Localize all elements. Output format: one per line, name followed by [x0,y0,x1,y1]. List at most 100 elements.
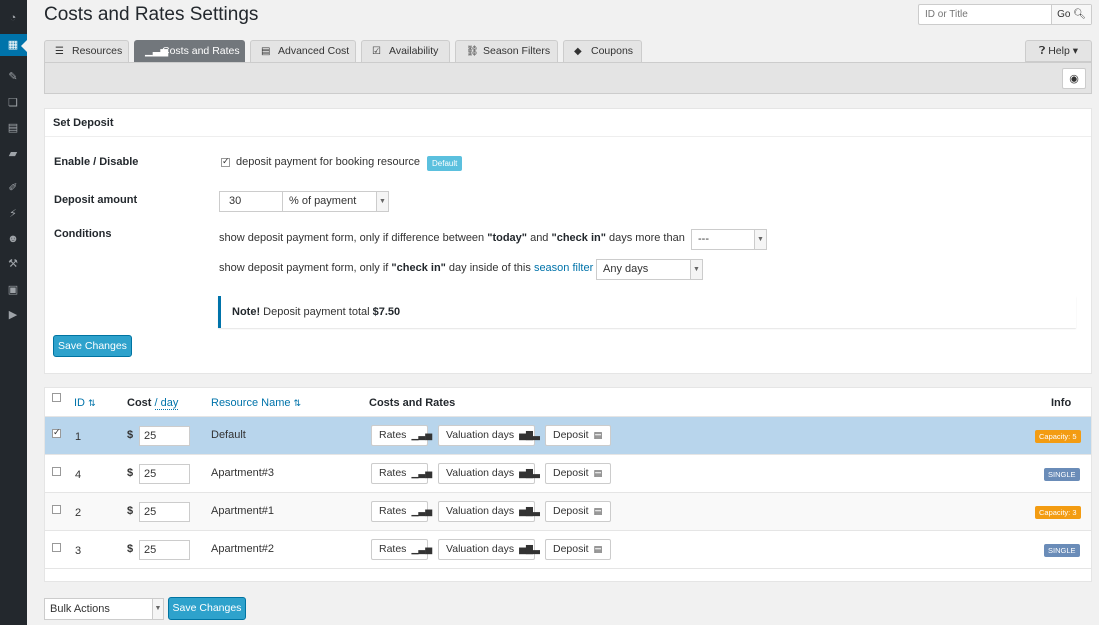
resource-name: Default [211,429,246,441]
costs-column-header: Costs and Rates [369,397,456,409]
table-row[interactable]: 1 $ 25 Default Rates▁▃▅ Valuation days▅▇… [45,416,1091,454]
row-id: 1 [75,431,82,443]
row-checkbox[interactable] [52,543,61,552]
media-icon[interactable]: ❏ [6,96,20,110]
plugins-icon[interactable]: ⚡ [6,207,20,221]
list-alt-icon: ▤ [261,46,271,57]
bulk-save-changes-button[interactable]: Save Changes [168,597,246,620]
table-row[interactable]: 4 $ 25 Apartment#3 Rates ▁▃▅ Valuation da… [45,454,1091,492]
list-icon: ☰ [55,46,64,57]
sort-icon: ⇅ [88,398,96,408]
rates-button[interactable]: Rates ▁▃▅ [371,539,432,560]
valuation-days-button[interactable]: Valuation days ▅▇▃ [438,425,540,446]
deposit-button[interactable]: Deposit ▤ [545,425,611,446]
row-id: 3 [75,545,82,557]
cost-input[interactable]: 25 [139,426,190,446]
rates-button[interactable]: Rates ▁▃▅ [371,425,432,446]
cost-input[interactable]: 25 [139,502,190,522]
resource-name: Apartment#1 [211,505,274,517]
comments-icon[interactable]: ▰ [6,147,20,161]
resource-name: Apartment#3 [211,467,274,479]
search-icon: 🔍︎ [1073,9,1086,20]
admin-sidebar: ◔ ▦ ✎ ❏ ▤ ▰ ✐ ⚡ ☻ ⚒ ▣ ▶ [0,0,27,625]
check-square-icon: ☑ [372,46,381,57]
pages-icon[interactable]: ▤ [6,121,20,135]
enable-label: Enable / Disable [54,156,139,168]
cost-input[interactable]: 25 [139,464,190,484]
row-checkbox[interactable] [52,505,61,514]
search-input[interactable] [919,5,1053,24]
table-row[interactable]: 2 $ 25 Apartment#1 Rates ▁▃▅ Valuation da… [45,492,1091,530]
tab-coupons[interactable]: ◆ Coupons [563,40,642,62]
play-icon[interactable]: ▶ [6,308,20,322]
signal-icon: ▁▃▅ [411,544,433,554]
deposit-amount-input[interactable]: 30 [219,191,283,212]
tab-advanced-cost[interactable]: ▤ Advanced Cost [250,40,356,62]
id-column-header[interactable]: ID ⇅ [74,397,96,409]
users-icon[interactable]: ☻ [6,232,20,246]
condition-days-select[interactable]: --- ▼ [691,229,767,250]
currency-symbol: $ [127,429,134,441]
enable-deposit-checkbox[interactable] [221,156,230,167]
row-checkbox[interactable] [52,467,61,476]
type-badge: SINGLE [1044,544,1080,557]
valuation-days-button[interactable]: Valuation days ▅▇▃ [438,463,540,484]
deposit-button[interactable]: Deposit ▤ [545,463,611,484]
cost-unit-link[interactable]: / day [154,397,179,410]
cost-input[interactable]: 25 [139,540,190,560]
deposit-icon: ▤ [593,430,603,440]
pin-icon[interactable]: ✎ [6,70,20,84]
appearance-icon[interactable]: ✐ [6,181,20,195]
season-filter-link[interactable]: season filter [534,262,593,274]
active-arrow [21,40,27,52]
search-go-button[interactable]: Go 🔍︎ [1051,5,1091,24]
save-changes-button[interactable]: Save Changes [53,335,132,357]
tools-icon[interactable]: ⚒ [6,257,20,271]
signal-icon: ▁▃▅ [411,430,433,440]
valuation-days-button[interactable]: Valuation days ▅▇▃ [438,539,540,560]
bar-chart-icon: ▅▇▃ [519,468,540,478]
dashboard-icon[interactable]: ◔ [6,11,20,25]
chevron-down-icon: ▼ [690,260,702,279]
condition-days-text: show deposit payment form, only if diffe… [219,232,685,244]
resource-name-column-header[interactable]: Resource Name ⇅ [211,397,301,409]
toolbar: ◉ [44,62,1092,94]
row-checkbox[interactable] [52,427,61,438]
valuation-days-button[interactable]: Valuation days ▅▇▃ [438,501,540,522]
table-footer-row [45,568,1091,582]
season-filter-select[interactable]: Any days ▼ [596,259,703,280]
row-id: 4 [75,469,82,481]
tab-availability[interactable]: ☑ Availability [361,40,450,62]
settings-icon[interactable]: ▣ [6,283,20,297]
chevron-down-icon: ▼ [754,230,766,249]
rates-button[interactable]: Rates ▁▃▅ [371,463,432,484]
cost-column-header: Cost / day [127,397,179,410]
rates-button[interactable]: Rates ▁▃▅ [371,501,432,522]
question-icon: ❓︎ [1038,45,1046,57]
bar-chart-icon: ▅▇▃ [519,544,540,554]
eye-icon[interactable]: ◉ [1062,68,1086,89]
caret-down-icon: ▾ [1072,45,1079,57]
deposit-button[interactable]: Deposit ▤ [545,501,611,522]
deposit-icon: ▤ [593,544,603,554]
bar-chart-icon: ▅▇▃ [519,430,540,440]
capacity-badge: Capacity: 3 [1035,506,1081,519]
signal-icon: ▁▃▅ [411,468,433,478]
sort-icon: ⇅ [293,398,302,408]
help-button[interactable]: ❓︎ Help ▾ [1025,40,1092,62]
table-row[interactable]: 3 $ 25 Apartment#2 Rates ▁▃▅ Valuation da… [45,530,1091,568]
resources-table: ID ⇅ Cost / day Resource Name ⇅ Costs an… [44,387,1092,582]
deposit-button[interactable]: Deposit ▤ [545,539,611,560]
currency-symbol: $ [127,505,134,517]
link-icon: ⛓ [466,46,479,57]
tab-season-filters[interactable]: ⛓ Season Filters [455,40,558,62]
select-all-checkbox[interactable] [52,393,61,402]
bulk-actions-select[interactable]: Bulk Actions ▼ [44,598,164,620]
resource-name: Apartment#2 [211,543,274,555]
default-badge: Default [427,156,463,171]
tab-costs-and-rates[interactable]: ▁▃▅Costs and Rates [134,40,245,62]
deposit-unit-select[interactable]: % of payment ▼ [282,191,389,212]
tag-icon: ◆ [574,46,582,57]
enable-text: deposit payment for booking resource [236,156,421,168]
tab-resources[interactable]: ☰ Resources [44,40,129,62]
